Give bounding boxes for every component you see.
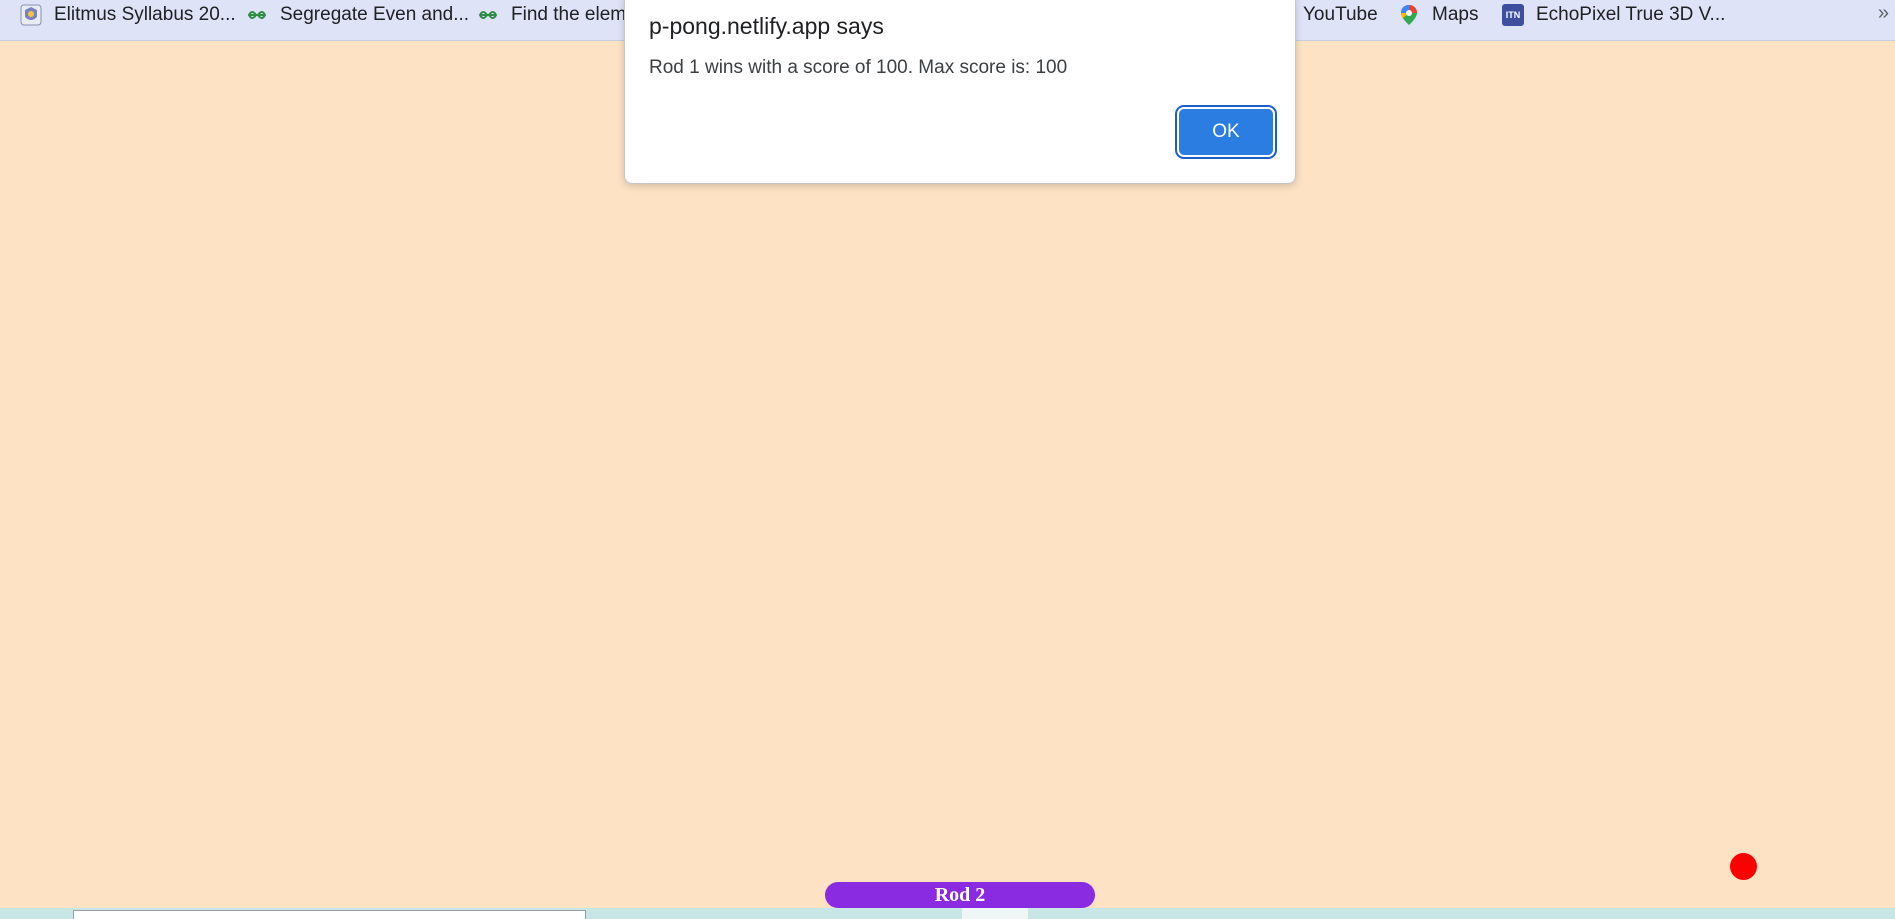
bookmark-label: Elitmus Syllabus 20... [54, 3, 236, 25]
echopixel-itn-icon: ITN [1502, 3, 1524, 26]
alert-title: p-pong.netlify.app says [649, 13, 884, 39]
bookmark-maps[interactable]: Maps [1398, 0, 1478, 29]
bookmark-segregate-even[interactable]: Segregate Even and... [246, 0, 469, 29]
taskbar-clock[interactable] [1745, 908, 1805, 919]
geeksforgeeks-icon [478, 10, 498, 19]
bookmark-elitmus-syllabus[interactable]: Elitmus Syllabus 20... [20, 0, 236, 29]
bookmark-label: Find the eleme [511, 3, 637, 25]
bookmark-youtube[interactable]: YouTube [1303, 0, 1378, 29]
bookmark-echopixel[interactable]: ITN EchoPixel True 3D V... [1502, 0, 1725, 29]
rod-2: Rod 2 [825, 882, 1095, 908]
bookmark-find-element[interactable]: Find the eleme [477, 0, 637, 29]
ok-button[interactable]: OK [1179, 109, 1273, 155]
taskbar [0, 908, 1895, 919]
bookmark-label: Maps [1432, 3, 1479, 25]
alert-dialog: p-pong.netlify.app says Rod 1 wins with … [624, 0, 1296, 184]
bookmarks-overflow-button[interactable]: » [1878, 0, 1889, 27]
game-page: Elitmus Syllabus 20... Segregate Even an… [0, 0, 1895, 919]
ball [1730, 853, 1757, 880]
rod-2-label: Rod 2 [934, 883, 986, 906]
taskbar-search-box[interactable] [73, 910, 586, 919]
bookmark-label: Segregate Even and... [280, 3, 470, 25]
taskbar-app-button[interactable] [962, 908, 1028, 919]
elitmus-logo-icon [20, 4, 42, 25]
bookmark-label: EchoPixel True 3D V... [1536, 3, 1726, 25]
google-maps-pin-icon [1401, 4, 1417, 25]
alert-message: Rod 1 wins with a score of 100. Max scor… [649, 57, 1068, 78]
bookmark-label: YouTube [1303, 3, 1378, 25]
geeksforgeeks-icon [247, 10, 267, 19]
